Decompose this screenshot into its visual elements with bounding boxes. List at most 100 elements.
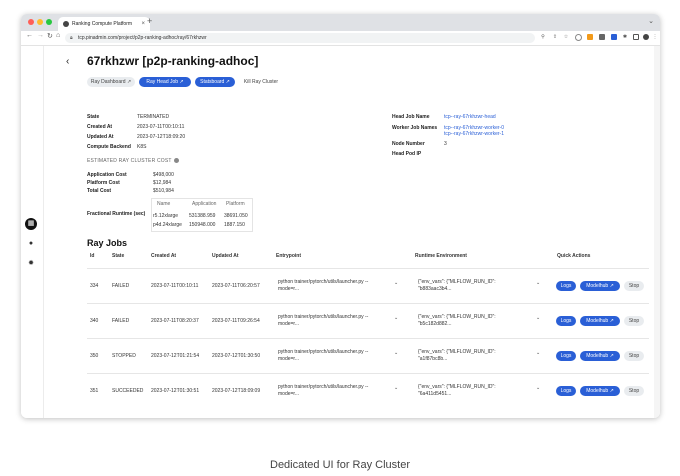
main-content: ‹ 67rkhzwr [p2p-ranking-adhoc] Ray Dashb… (43, 46, 654, 418)
user-icon[interactable]: ● (25, 238, 37, 250)
fr-row-0-platform: 38691.050 (224, 213, 248, 219)
col-state: State (112, 253, 125, 259)
stop-button[interactable]: Stop (624, 386, 644, 396)
back-chevron-icon[interactable]: ‹ (66, 56, 69, 67)
platform-cost-value: $12,984 (153, 180, 172, 186)
app-sidebar: ▦ ● ✹ (21, 46, 44, 418)
avatar[interactable] (643, 34, 649, 40)
runtime-expand-chevron-icon[interactable]: ⌄ (536, 385, 540, 391)
tab-close-icon[interactable]: × (141, 17, 145, 31)
info-icon[interactable] (173, 158, 179, 164)
share-icon[interactable]: ⇪ (552, 34, 558, 40)
table-row: 350 STOPPED 2023-07-12T01:21:54 2023-07-12T… (87, 338, 649, 374)
minimize-window-button[interactable] (37, 19, 43, 25)
tab-menu-icon[interactable]: ⌄ (648, 17, 654, 25)
logs-button[interactable]: Logs (556, 386, 576, 396)
page-title: 67rkhzwr [p2p-ranking-adhoc] (87, 54, 259, 68)
extension-icon[interactable] (587, 34, 593, 40)
logs-button[interactable]: Logs (556, 281, 576, 291)
backend-value: K8S (137, 144, 147, 150)
updated-label: Updated At (87, 134, 114, 140)
more-menu-icon[interactable]: ⋮ (652, 34, 658, 40)
scrollbar[interactable] (654, 46, 660, 418)
browser-tab[interactable]: Ranking Compute Platform × (58, 17, 150, 31)
favicon-icon (63, 21, 69, 27)
entrypoint-expand-chevron-icon[interactable]: ⌄ (394, 385, 398, 391)
table-row: 334 FAILED 2023-07-11T00:10:11 2023-07-11T0… (87, 268, 649, 304)
platform-cost-label: Platform Cost (87, 180, 120, 186)
extension-icon[interactable] (599, 34, 605, 40)
total-cost-value: $510,984 (153, 188, 174, 194)
figure-caption: Dedicated UI for Ray Cluster (270, 459, 410, 471)
job-state: FAILED (112, 283, 130, 289)
fractional-runtime-label: Fractional Runtime (sec) (87, 211, 146, 217)
settings-icon[interactable]: ✹ (25, 258, 37, 270)
total-cost-label: Total Cost (87, 188, 112, 194)
job-runtime-line: {"env_vars": {"MLFLOW_RUN_ID": (418, 384, 496, 390)
job-runtime-line: {"env_vars": {"MLFLOW_RUN_ID": (418, 349, 496, 355)
url-text: tcp.pinadmin.com/project/p2p-ranking-adh… (78, 35, 207, 41)
job-state: FAILED (112, 318, 130, 324)
forward-arrow-icon[interactable]: → (37, 32, 44, 39)
kill-ray-cluster-button[interactable]: Kill Ray Cluster (239, 77, 283, 87)
close-window-button[interactable] (28, 19, 34, 25)
job-entrypoint-line: python trainer/pytorch/utils/launcher.py… (278, 349, 369, 355)
puzzle-icon[interactable]: ✱ (622, 34, 628, 40)
worker-label: Worker Job Names (392, 125, 438, 131)
url-field[interactable]: 🔒︎ tcp.pinadmin.com/project/p2p-ranking-… (65, 33, 535, 43)
job-entrypoint-line: python trainer/pytorch/utils/launcher.py… (278, 279, 369, 285)
job-id: 334 (90, 283, 99, 289)
modelhub-button[interactable]: Modelhub ↗ (580, 316, 620, 326)
tab-statsboard[interactable]: Statsboard ↗ (195, 77, 235, 87)
sidebar-icon[interactable] (633, 34, 639, 40)
stop-button[interactable]: Stop (624, 316, 644, 326)
state-value: TERMINATED (137, 114, 170, 120)
job-id: 340 (90, 318, 99, 324)
job-id: 351 (90, 388, 99, 394)
job-entrypoint-line: mode=r... (278, 391, 299, 397)
job-created: 2023-07-11T00:10:11 (151, 283, 199, 289)
search-icon[interactable]: ⚲ (540, 34, 546, 40)
tab-ray-dashboard[interactable]: Ray Dashboard ↗ (87, 77, 135, 87)
entrypoint-expand-chevron-icon[interactable]: ⌄ (394, 315, 398, 321)
runtime-expand-chevron-icon[interactable]: ⌄ (536, 315, 540, 321)
job-runtime-line: {"env_vars": {"MLFLOW_RUN_ID": (418, 314, 496, 320)
col-created: Created At (151, 253, 177, 259)
worker-link-1[interactable]: tcp--ray-67rkhzwr-worker-1 (444, 131, 504, 137)
logs-button[interactable]: Logs (556, 316, 576, 326)
fr-row-1-platform: 1887.150 (224, 222, 245, 228)
entrypoint-expand-chevron-icon[interactable]: ⌄ (394, 280, 398, 286)
col-actions: Quick Actions (557, 253, 591, 259)
new-tab-button[interactable]: + (147, 16, 152, 26)
job-state: STOPPED (112, 353, 136, 359)
tab-ray-head-job[interactable]: Ray Head Job ↗ (139, 77, 191, 87)
entrypoint-expand-chevron-icon[interactable]: ⌄ (394, 350, 398, 356)
head-job-link[interactable]: tcp--ray-67rkhzwr-head (444, 114, 496, 120)
logs-button[interactable]: Logs (556, 351, 576, 361)
stop-button[interactable]: Stop (624, 351, 644, 361)
modelhub-button[interactable]: Modelhub ↗ (580, 386, 620, 396)
backend-label: Compute Backend (87, 144, 131, 150)
cost-section-title: ESTIMATED RAY CLUSTER COST (87, 158, 179, 164)
extension-icon[interactable] (575, 34, 582, 41)
grid-icon[interactable]: ▦ (25, 218, 37, 230)
runtime-expand-chevron-icon[interactable]: ⌄ (536, 350, 540, 356)
modelhub-button[interactable]: Modelhub ↗ (580, 351, 620, 361)
tab-bar: Ranking Compute Platform × + ⌄ (21, 14, 660, 31)
head-job-label: Head Job Name (392, 114, 430, 120)
runtime-expand-chevron-icon[interactable]: ⌄ (536, 280, 540, 286)
job-entrypoint-line: python trainer/pytorch/utils/launcher.py… (278, 314, 369, 320)
head-ip-label: Head Pod IP (392, 151, 422, 157)
extension-icon[interactable] (611, 34, 617, 40)
job-runtime-line: "a1f87bc8b... (418, 356, 448, 362)
col-id: Id (90, 253, 95, 259)
modelhub-button[interactable]: Modelhub ↗ (580, 281, 620, 291)
stop-button[interactable]: Stop (624, 281, 644, 291)
maximize-window-button[interactable] (46, 19, 52, 25)
back-arrow-icon[interactable]: ← (26, 32, 33, 39)
bookmark-star-icon[interactable]: ☆ (563, 34, 569, 40)
home-icon[interactable]: ⌂ (56, 32, 60, 39)
reload-icon[interactable]: ↻ (47, 32, 53, 40)
fr-col-application: Application (192, 201, 217, 207)
state-label: State (87, 114, 100, 120)
